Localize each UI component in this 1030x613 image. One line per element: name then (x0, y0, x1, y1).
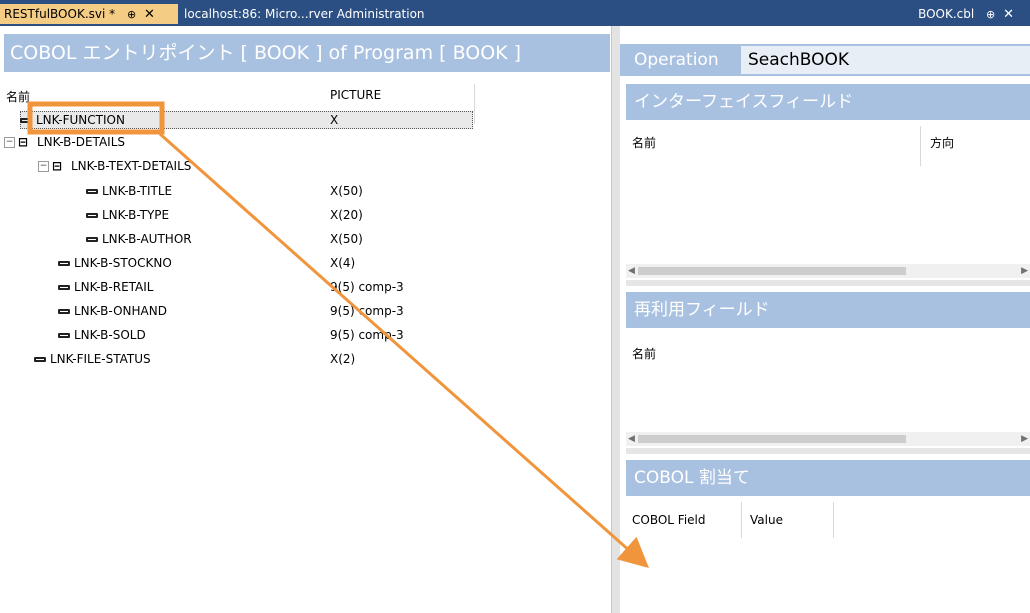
cobol-column-value[interactable]: Value (750, 513, 783, 527)
field-icon (20, 118, 32, 123)
tree-item-label: LNK-B-TITLE (102, 184, 173, 198)
picture-value: X(50) (330, 184, 363, 198)
tree-item-lnk-b-onhand[interactable]: LNK-B-ONHAND (58, 301, 167, 321)
reuse-horizontal-scrollbar[interactable]: ◀ ▶ (626, 432, 1030, 446)
close-icon[interactable]: ✕ (144, 5, 155, 25)
tab-server-administration[interactable]: localhost:86: Micro...rver Administratio… (180, 4, 430, 24)
cobol-column-field[interactable]: COBOL Field (632, 513, 706, 527)
picture-value: X (330, 113, 339, 127)
picture-value: 9(5) comp-3 (330, 304, 404, 318)
field-icon (58, 333, 70, 338)
tree-item-label: LNK-B-DETAILS (37, 135, 126, 149)
scrollbar-thumb[interactable] (638, 267, 906, 275)
pin-icon[interactable]: ⊕ (986, 5, 995, 25)
entry-point-header: COBOL エントリポイント [ BOOK ] of Program [ BOO… (4, 34, 610, 72)
pin-icon[interactable]: ⊕ (127, 5, 136, 25)
tree-item-label: LNK-B-AUTHOR (102, 232, 192, 246)
cobol-assignment-header: COBOL 割当て (626, 460, 1030, 496)
tab-label: localhost:86: Micro...rver Administratio… (184, 7, 425, 21)
tab-restfulbook-svi[interactable]: RESTfulBOOK.svi * ⊕ ✕ (0, 4, 178, 24)
tree-item-label: LNK-B-TYPE (102, 208, 170, 222)
tree-item-lnk-b-text-details[interactable]: − ⊟ LNK-B-TEXT-DETAILS (38, 156, 191, 176)
tree-item-lnk-b-author[interactable]: LNK-B-AUTHOR (86, 229, 192, 249)
panel-splitter[interactable] (611, 26, 620, 613)
field-icon (34, 357, 46, 362)
collapse-icon[interactable]: − (4, 137, 15, 148)
tree-item-label: LNK-B-TEXT-DETAILS (71, 159, 192, 173)
field-icon (58, 309, 70, 314)
document-tab-bar: RESTfulBOOK.svi * ⊕ ✕ localhost:86: Micr… (0, 0, 1030, 26)
column-divider (474, 84, 475, 124)
tab-label: RESTfulBOOK.svi * (4, 7, 116, 21)
tree-item-label: LNK-B-RETAIL (74, 280, 154, 294)
tree-item-label: LNK-B-SOLD (74, 328, 146, 342)
group-icon: ⊟ (18, 135, 29, 149)
tree-item-lnk-function[interactable]: LNK-FUNCTION (20, 110, 125, 130)
tree-item-lnk-b-sold[interactable]: LNK-B-SOLD (58, 325, 146, 345)
tree-item-lnk-b-retail[interactable]: LNK-B-RETAIL (58, 277, 154, 297)
tree-item-lnk-file-status[interactable]: LNK-FILE-STATUS (34, 349, 151, 369)
picture-value: X(2) (330, 352, 356, 366)
tree-item-lnk-b-stockno[interactable]: LNK-B-STOCKNO (58, 253, 172, 273)
field-icon (58, 261, 70, 266)
interface-fields-header: インターフェイスフィールド (626, 84, 1030, 120)
field-icon (58, 285, 70, 290)
tree-item-label: LNK-FUNCTION (36, 113, 125, 127)
picture-value: 9(5) comp-3 (330, 328, 404, 342)
group-icon: ⊟ (52, 159, 63, 173)
field-icon (86, 213, 98, 218)
picture-value: X(20) (330, 208, 363, 222)
tree-item-label: LNK-B-STOCKNO (74, 256, 172, 270)
reuse-column-name[interactable]: 名前 (632, 345, 656, 362)
column-divider (833, 502, 834, 538)
section-divider[interactable] (626, 448, 1030, 454)
column-header-picture[interactable]: PICTURE (330, 88, 381, 102)
tab-label: BOOK.cbl (918, 7, 975, 21)
interface-column-name[interactable]: 名前 (632, 134, 656, 151)
collapse-icon[interactable]: − (38, 161, 49, 172)
column-divider (741, 502, 742, 538)
picture-value: X(50) (330, 232, 363, 246)
tree-item-lnk-b-type[interactable]: LNK-B-TYPE (86, 205, 169, 225)
scroll-right-icon[interactable]: ▶ (1021, 264, 1028, 278)
reuse-fields-header: 再利用フィールド (626, 292, 1030, 328)
tree-item-lnk-b-title[interactable]: LNK-B-TITLE (86, 181, 172, 201)
scroll-left-icon[interactable]: ◀ (628, 264, 635, 278)
section-divider[interactable] (626, 280, 1030, 286)
interface-horizontal-scrollbar[interactable]: ◀ ▶ (626, 264, 1030, 278)
picture-value: X(4) (330, 256, 356, 270)
picture-value: 9(5) comp-3 (330, 280, 404, 294)
scrollbar-thumb[interactable] (638, 435, 906, 443)
field-icon (86, 189, 98, 194)
interface-column-direction[interactable]: 方向 (930, 134, 954, 151)
tree-item-lnk-b-details[interactable]: − ⊟ LNK-B-DETAILS (4, 132, 125, 152)
tree-item-label: LNK-B-ONHAND (74, 304, 167, 318)
tree-item-label: LNK-FILE-STATUS (50, 352, 151, 366)
column-divider (920, 126, 921, 166)
scroll-right-icon[interactable]: ▶ (1021, 432, 1028, 446)
field-icon (86, 237, 98, 242)
close-icon[interactable]: ✕ (1003, 5, 1014, 25)
scroll-left-icon[interactable]: ◀ (628, 432, 635, 446)
operation-name-field[interactable]: SeachBOOK (741, 46, 1030, 74)
column-header-name[interactable]: 名前 (6, 88, 30, 105)
tab-book-cbl[interactable]: BOOK.cbl ⊕ ✕ (914, 4, 1014, 24)
operation-label: Operation (634, 50, 719, 70)
